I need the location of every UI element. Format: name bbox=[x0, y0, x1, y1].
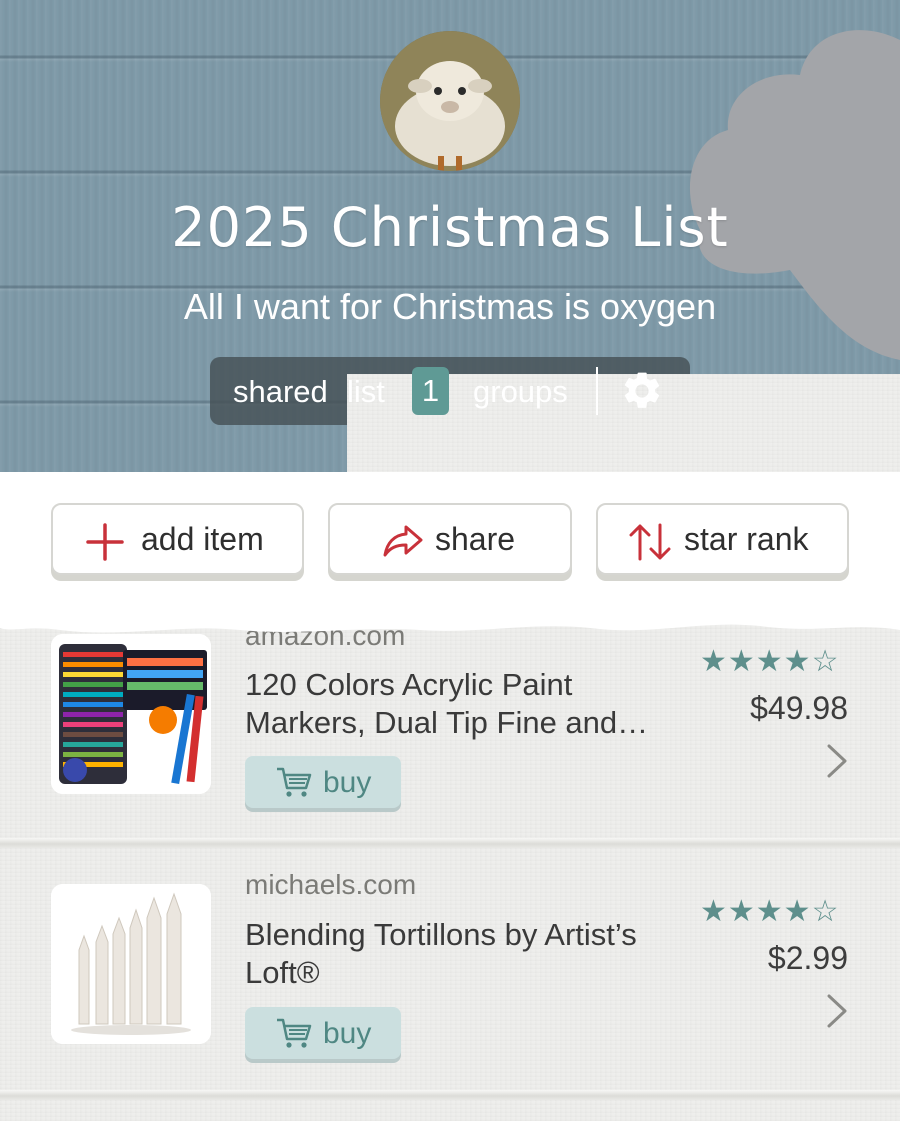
list-info-bar: shared list 1 groups bbox=[210, 357, 900, 472]
star-rating[interactable]: ★★★★☆ bbox=[700, 894, 839, 929]
star-rank-label: star rank bbox=[684, 521, 809, 557]
share-arrow-icon bbox=[383, 525, 423, 557]
item-thumbnail[interactable] bbox=[51, 884, 211, 1044]
gear-icon[interactable] bbox=[620, 369, 664, 413]
star-rank-button[interactable]: star rank bbox=[596, 503, 849, 575]
sort-arrows-icon bbox=[629, 523, 671, 561]
action-toolbar: add item share star rank bbox=[0, 472, 900, 612]
item-price: $2.99 bbox=[767, 940, 848, 976]
item-domain: michaels.com bbox=[245, 869, 417, 900]
page-subtitle: All I want for Christmas is oxygen bbox=[183, 286, 717, 327]
item-thumbnail[interactable] bbox=[51, 634, 211, 794]
chevron-right-icon[interactable] bbox=[826, 744, 848, 778]
add-item-button[interactable]: add item bbox=[51, 503, 304, 575]
star-rating[interactable]: ★★★★☆ bbox=[700, 644, 839, 679]
page-title: 2025 Christmas List bbox=[171, 196, 729, 259]
divider bbox=[596, 367, 598, 415]
shared-label: shared bbox=[233, 374, 328, 409]
groups-count-badge[interactable]: 1 bbox=[412, 367, 449, 415]
share-label: share bbox=[435, 521, 516, 557]
row-divider bbox=[0, 838, 900, 848]
add-item-label: add item bbox=[141, 521, 264, 557]
item-list[interactable]: amazon.com 120 Colors Acrylic Paint Mark… bbox=[0, 612, 900, 1121]
buy-button[interactable]: buy bbox=[245, 1007, 401, 1059]
item-price: $49.98 bbox=[750, 690, 848, 726]
avatar[interactable] bbox=[380, 31, 520, 171]
plus-icon bbox=[86, 523, 124, 561]
list-header: 2025 Christmas List All I want for Chris… bbox=[0, 0, 900, 472]
groups-label[interactable]: groups bbox=[473, 374, 568, 410]
sheep-photo bbox=[380, 31, 520, 171]
row-divider bbox=[0, 1090, 900, 1100]
cart-icon bbox=[277, 1018, 312, 1048]
item-name[interactable]: 120 Colors Acrylic Paint Markers, Dual T… bbox=[245, 666, 685, 742]
share-button[interactable]: share bbox=[328, 503, 572, 575]
cart-icon bbox=[277, 767, 312, 797]
markers-product-image bbox=[51, 634, 211, 794]
buy-button[interactable]: buy bbox=[245, 756, 401, 808]
item-name[interactable]: Blending Tortillons by Artist’s Loft® bbox=[245, 916, 685, 992]
buy-label: buy bbox=[323, 1017, 372, 1050]
tortillons-product-image bbox=[51, 884, 211, 1044]
chevron-right-icon[interactable] bbox=[826, 994, 848, 1028]
buy-label: buy bbox=[323, 766, 372, 799]
